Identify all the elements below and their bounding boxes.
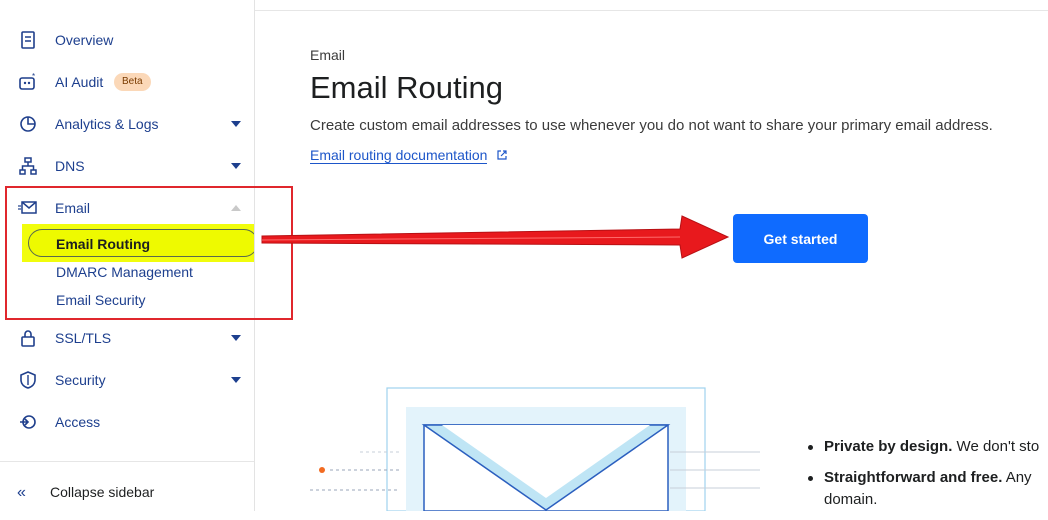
feature-list: Private by design. We don't sto Straight… — [806, 436, 1039, 520]
list-item: Private by design. We don't sto — [806, 436, 1039, 458]
email-illustration — [310, 387, 760, 511]
list-item: Straightforward and free. Any domain. — [806, 467, 1039, 511]
